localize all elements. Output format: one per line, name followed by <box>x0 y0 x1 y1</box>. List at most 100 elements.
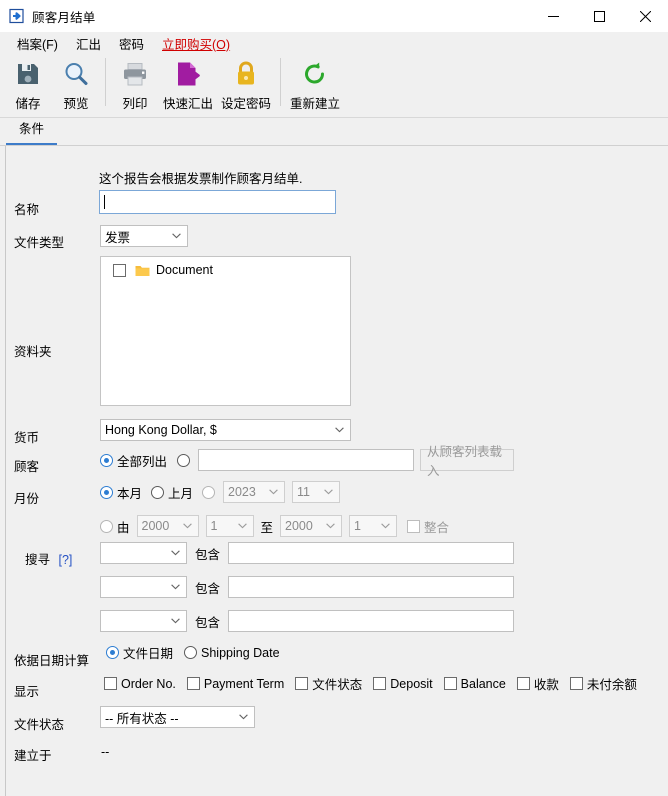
window-title: 顾客月结单 <box>32 10 96 25</box>
display-checkbox-doc-status[interactable] <box>295 677 309 690</box>
folder-label: 资料夹 <box>14 345 52 359</box>
month-range-radio[interactable] <box>100 519 113 533</box>
chevron-down-icon <box>326 523 335 529</box>
search-help-link[interactable]: [?] <box>59 553 73 567</box>
display-checkbox-deposit[interactable] <box>373 677 387 690</box>
search-label-text: 搜寻 <box>25 553 51 567</box>
toolbar-button-print[interactable]: 列印 <box>111 54 159 114</box>
month-range-from-month-select[interactable]: 1 <box>205 515 254 537</box>
display-checkbox-receipt[interactable] <box>516 677 530 690</box>
month-range-to-month-value: 1 <box>354 519 361 533</box>
toolbar-button-rebuild[interactable]: 重新建立 <box>286 54 344 114</box>
app-window: 顾客月结单 档案(F) 汇出 密码 立即购买(O) 储存 预览 列印 快速汇出 … <box>0 0 668 796</box>
tab-conditions[interactable]: 条件 <box>6 114 58 145</box>
chevron-down-icon <box>237 523 247 529</box>
minimize-button[interactable] <box>530 0 576 32</box>
month-range-to-year-value: 2000 <box>285 519 313 533</box>
date-basis-row: 文件日期 Shipping Date <box>106 643 280 662</box>
toolbar-separator-2 <box>280 58 281 106</box>
currency-select[interactable]: Hong Kong Dollar, $ <box>100 419 351 441</box>
month-range-from-label: 由 <box>117 520 130 535</box>
toolbar-button-save[interactable]: 储存 <box>4 54 52 114</box>
search-value-input-1[interactable] <box>228 542 515 564</box>
customer-all-radio[interactable] <box>100 453 113 467</box>
folder-icon <box>135 264 150 277</box>
month-range-to-month-select[interactable]: 1 <box>349 515 398 537</box>
month-month-select[interactable]: 11 <box>292 481 341 503</box>
date-basis-label: 依据日期计算 <box>14 654 90 668</box>
report-description: 这个报告会根据发票制作顾客月结单. <box>99 172 303 186</box>
search-operator-1: 包含 <box>195 547 221 562</box>
menu-bar: 档案(F) 汇出 密码 立即购买(O) <box>0 32 668 54</box>
date-basis-doc-radio[interactable] <box>106 646 119 659</box>
display-label-receipt: 收款 <box>533 678 559 692</box>
chevron-down-icon <box>182 523 192 529</box>
month-last-radio[interactable] <box>151 485 165 499</box>
month-label: 月份 <box>14 492 40 506</box>
customer-row: 全部列出 从顾客列表载入 <box>100 445 515 478</box>
display-label-payment-term: Payment Term <box>203 676 285 691</box>
chevron-down-icon <box>335 427 344 433</box>
customer-label: 顾客 <box>14 460 40 474</box>
maximize-button[interactable] <box>576 0 622 32</box>
folder-list-item[interactable]: Document <box>101 257 350 277</box>
toolbar-button-set-password[interactable]: 设定密码 <box>217 54 275 114</box>
month-year-select[interactable]: 2023 <box>223 481 286 503</box>
doc-status-select[interactable]: -- 所有状态 -- <box>100 706 255 728</box>
toolbar-button-preview[interactable]: 预览 <box>52 54 100 114</box>
display-checkbox-unpaid[interactable] <box>569 677 583 690</box>
chevron-down-icon <box>381 523 390 529</box>
month-this-radio[interactable] <box>100 485 113 499</box>
folder-listbox[interactable]: Document <box>100 256 351 406</box>
menu-item-file[interactable]: 档案(F) <box>8 32 67 55</box>
load-customer-list-button[interactable]: 从顾客列表载入 <box>420 445 515 478</box>
month-range-from-year-select[interactable]: 2000 <box>136 515 199 537</box>
menu-item-buy-now[interactable]: 立即购买(O) <box>153 32 239 55</box>
display-label-balance: Balance <box>460 676 506 691</box>
consolidate-checkbox[interactable] <box>407 519 421 533</box>
search-value-input-3[interactable] <box>228 610 515 632</box>
search-field-select-3[interactable] <box>100 610 187 632</box>
quick-export-icon <box>174 58 202 90</box>
toolbar-button-preview-label: 预览 <box>63 97 89 111</box>
chevron-down-icon <box>171 584 180 590</box>
customer-specific-radio[interactable] <box>177 453 191 467</box>
toolbar-button-rebuild-label: 重新建立 <box>289 97 340 111</box>
search-field-select-2[interactable] <box>100 576 187 598</box>
close-button[interactable] <box>622 0 668 32</box>
display-checkbox-balance[interactable] <box>443 677 457 690</box>
search-operator-3: 包含 <box>195 615 221 630</box>
date-basis-ship-radio[interactable] <box>184 646 198 659</box>
display-checkbox-order-no[interactable] <box>104 677 117 690</box>
customer-input[interactable] <box>198 449 415 471</box>
menu-item-export[interactable]: 汇出 <box>67 32 110 55</box>
chevron-down-icon <box>172 233 181 239</box>
name-label: 名称 <box>14 203 40 217</box>
currency-select-value: Hong Kong Dollar, $ <box>105 423 217 437</box>
doc-status-label: 文件状态 <box>14 718 65 732</box>
search-value-input-2[interactable] <box>228 576 515 598</box>
search-field-select-1[interactable] <box>100 542 187 564</box>
toolbar-button-quick-export-label: 快速汇出 <box>162 97 213 111</box>
menu-item-password[interactable]: 密码 <box>110 32 153 55</box>
month-range-from-month-value: 1 <box>210 519 218 533</box>
chevron-down-icon <box>324 489 333 495</box>
menu-item-file-label: 档案(F) <box>17 37 58 52</box>
customer-all-label: 全部列出 <box>117 454 168 469</box>
display-label-unpaid: 未付余额 <box>586 678 637 692</box>
date-basis-doc-label: 文件日期 <box>123 647 174 661</box>
export-arrow-icon <box>9 8 25 24</box>
file-type-select[interactable]: 发票 <box>100 225 188 247</box>
magnifier-icon <box>62 58 90 90</box>
display-label: 显示 <box>14 685 40 699</box>
search-row-1: 包含 <box>100 542 515 564</box>
display-checkbox-payment-term[interactable] <box>186 677 200 690</box>
toolbar-button-save-label: 储存 <box>15 97 41 111</box>
name-input[interactable] <box>99 190 336 214</box>
folder-checkbox[interactable] <box>113 263 126 277</box>
month-specific-radio[interactable] <box>202 485 216 499</box>
window-controls <box>530 0 668 32</box>
save-floppy-icon <box>14 58 42 90</box>
month-range-to-year-select[interactable]: 2000 <box>280 515 343 537</box>
toolbar-button-quick-export[interactable]: 快速汇出 <box>159 54 217 114</box>
